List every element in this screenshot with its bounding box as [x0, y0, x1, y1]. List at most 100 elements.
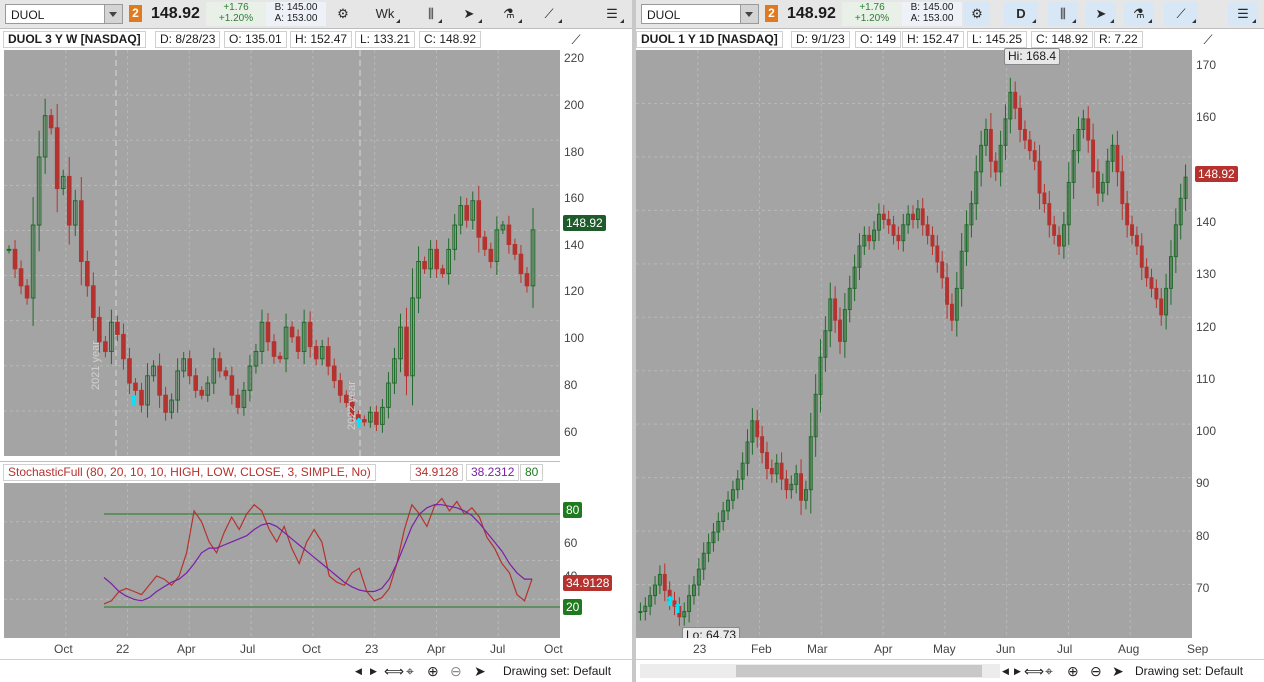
left-symbol-selector[interactable]: DUOL: [5, 4, 123, 24]
chevron-down-icon[interactable]: [104, 5, 122, 23]
left-cursor-button[interactable]: ➤: [454, 2, 484, 26]
left-study-axis[interactable]: 60 40 80 34.9128 20: [560, 483, 632, 638]
zoom-out-icon[interactable]: ⊖: [450, 663, 462, 680]
candle-body: [638, 611, 643, 614]
horizontal-scrollbar[interactable]: [640, 664, 1000, 678]
right-price-plot[interactable]: ⬆ ⬆ Hi: 168.4 Lo: 64.73: [636, 48, 1192, 644]
candle-body: [265, 321, 271, 343]
candle-body: [1149, 277, 1154, 289]
right-symbol-text: DUOL: [647, 8, 681, 22]
candle-body: [779, 462, 784, 480]
candle-body: [886, 219, 891, 226]
candle-body: [784, 478, 789, 491]
right-drawing-set[interactable]: Drawing set: Default: [1135, 664, 1243, 678]
left-study-plot[interactable]: [4, 483, 560, 638]
scroll-left-icon[interactable]: ◀: [355, 666, 362, 677]
left-y-tick: 200: [564, 98, 585, 112]
style-icon: ⟋: [571, 32, 581, 47]
left-aggregation-button[interactable]: Wk: [368, 2, 402, 26]
right-symbol-selector[interactable]: DUOL: [641, 4, 759, 24]
stochastic-label[interactable]: StochasticFull (80, 20, 10, 10, HIGH, LO…: [3, 464, 376, 481]
pointer-icon[interactable]: ➤: [474, 663, 486, 680]
zoom-out-icon[interactable]: ⊖: [1090, 663, 1102, 680]
right-drawings-button[interactable]: ⟋: [1164, 2, 1198, 26]
candle-body: [121, 333, 126, 360]
stochastic-d-line: [103, 504, 532, 602]
flask-icon: ⚗: [1133, 6, 1145, 21]
right-settings-button[interactable]: ⚙: [964, 2, 990, 26]
left-chart-type-button[interactable]: ⫼: [418, 2, 444, 26]
left-drawing-set[interactable]: Drawing set: Default: [503, 664, 611, 678]
candle-body: [1027, 139, 1032, 152]
right-info-bar: DUOL 1 Y 1D [NASDAQ] D: 9/1/23 O: 149 H:…: [636, 29, 1192, 49]
right-price-tag: 148.92: [1195, 166, 1238, 182]
zoom-in-icon[interactable]: ⊕: [427, 663, 439, 680]
left-price-axis[interactable]: 220 200 180 160 140 120 100 80 60 148.92: [560, 50, 632, 456]
right-time-axis[interactable]: 23 Feb Mar Apr May Jun Jul Aug Sep: [636, 638, 1208, 660]
left-price-plot[interactable]: ⬆ ⬆ 2021 year 2022 year: [4, 50, 560, 456]
reset-zoom-icon[interactable]: ⟺: [1024, 663, 1044, 680]
right-menu-button[interactable]: ☰: [1228, 2, 1258, 26]
scrollbar-thumb[interactable]: [736, 665, 982, 677]
candle-body: [925, 224, 930, 236]
left-open: O: 135.01: [224, 31, 287, 48]
menu-icon: ☰: [606, 6, 618, 21]
candle-body: [662, 573, 667, 591]
high-marker-label: Hi: 168.4: [1004, 48, 1061, 65]
right-y-tick: 80: [1196, 529, 1210, 543]
pointer-icon[interactable]: ➤: [1112, 663, 1124, 680]
right-link-badge[interactable]: 2: [765, 5, 778, 22]
candle-body: [1018, 107, 1023, 130]
right-cursor-button[interactable]: ➤: [1086, 2, 1116, 26]
left-settings-button[interactable]: ⚙: [330, 2, 356, 26]
candle-body: [12, 248, 18, 270]
crosshair-icon[interactable]: ⌖: [1045, 663, 1053, 680]
left-info-bar: DUOL 3 Y W [NASDAQ] D: 8/28/23 O: 135.01…: [0, 29, 560, 49]
left-x-tick: Apr: [177, 642, 196, 656]
left-toolbar: DUOL 2 148.92 +1.76 +1.20% B: 145.00 A: 15…: [0, 0, 632, 29]
left-low: L: 133.21: [355, 31, 416, 48]
left-time-axis[interactable]: Oct 22 Apr Jul Oct 23 Apr Jul Oct: [4, 638, 563, 660]
scroll-left-icon[interactable]: ◀: [1002, 666, 1009, 677]
left-menu-button[interactable]: ☰: [598, 2, 626, 26]
buy-arrow-icon: ⬆: [672, 601, 684, 617]
right-x-tick: Feb: [751, 642, 772, 656]
right-aggregation-button[interactable]: D: [1004, 2, 1038, 26]
scroll-right-icon[interactable]: ▶: [370, 666, 377, 677]
right-price-axis[interactable]: 170 160 140 130 120 110 100 90 80 70 148…: [1192, 50, 1264, 638]
right-x-tick: Aug: [1118, 642, 1140, 656]
candle-body: [1154, 287, 1159, 300]
left-change-value: +1.76: [223, 2, 249, 13]
candle-body: [1134, 234, 1139, 247]
left-y-tick: 80: [564, 378, 578, 392]
right-close: C: 148.92: [1031, 31, 1094, 48]
candle-body: [1130, 224, 1134, 236]
candle-body: [896, 234, 901, 242]
candle-body: [765, 452, 769, 469]
crosshair-icon[interactable]: ⌖: [406, 663, 414, 680]
candle-body: [464, 205, 470, 221]
left-link-badge[interactable]: 2: [129, 5, 142, 22]
left-bottom-bar: ◀ ▶ ⟺ ⌖ ⊕ ⊖ ➤ Drawing set: Default: [0, 659, 632, 682]
right-ask: A: 153.00: [910, 13, 954, 24]
candle-body: [512, 243, 518, 255]
right-aggregation-label: D: [1016, 6, 1026, 21]
candle-body: [277, 355, 283, 360]
right-chart-type-button[interactable]: ⫼: [1048, 2, 1078, 26]
scroll-right-icon[interactable]: ▶: [1014, 666, 1021, 677]
left-expand-button[interactable]: ⟋: [564, 28, 588, 52]
candle-body: [930, 234, 935, 247]
right-expand-button[interactable]: ⟋: [1196, 28, 1220, 52]
right-toolbar: DUOL 2 148.92 +1.76 +1.20% B: 145.00 A: 15…: [636, 0, 1264, 29]
reset-zoom-icon[interactable]: ⟺: [384, 663, 404, 680]
chevron-down-icon[interactable]: [740, 5, 758, 23]
left-drawings-button[interactable]: ⟋: [534, 2, 564, 26]
candle-body: [91, 285, 96, 318]
candle-body: [271, 341, 277, 357]
left-studies-button[interactable]: ⚗: [494, 2, 524, 26]
zoom-in-icon[interactable]: ⊕: [1067, 663, 1079, 680]
candle-body: [127, 358, 132, 384]
right-studies-button[interactable]: ⚗: [1124, 2, 1154, 26]
candle-body: [1086, 118, 1091, 141]
left-year-mark-1: 2021 year: [90, 341, 102, 390]
